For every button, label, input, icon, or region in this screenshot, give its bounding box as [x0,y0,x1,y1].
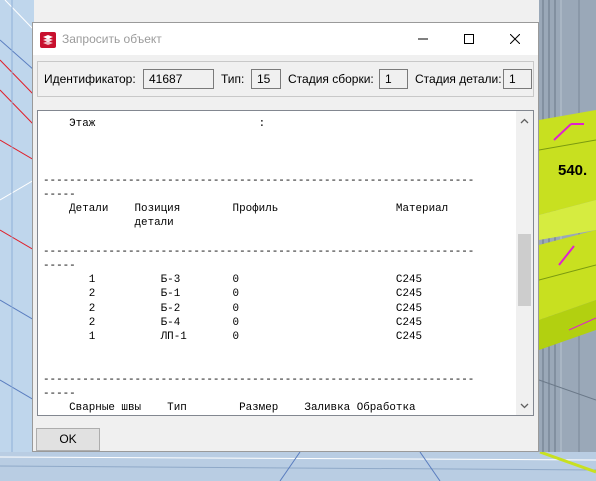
report-line: ----- [43,387,76,400]
type-field[interactable]: 15 [251,69,281,89]
type-label: Тип: [221,72,245,86]
ok-button[interactable]: OK [36,428,100,451]
report-text-area[interactable]: Этаж : ---------------------------------… [37,110,534,416]
title-bar[interactable]: Запросить объект [33,23,538,55]
scroll-up-icon[interactable] [520,117,529,126]
close-button[interactable] [492,23,538,55]
report-line: Этаж : [43,118,266,130]
cad-viewport-bottom [0,452,596,481]
scrollbar-thumb[interactable] [518,234,531,306]
report-text: Этаж : ---------------------------------… [43,117,474,415]
assembly-stage-label: Стадия сборки: [288,72,374,86]
report-line: ----- [43,189,76,202]
maximize-button[interactable] [446,23,492,55]
scroll-down-icon[interactable] [520,401,529,410]
assembly-stage-field[interactable]: 1 [379,69,408,89]
report-line: 2 Б-4 0 C245 [43,316,423,329]
id-field[interactable]: 41687 [143,69,214,89]
report-line: ----------------------------------------… [43,373,475,386]
close-icon [510,34,520,44]
cad-viewport-left [0,0,34,481]
report-line: ----------------------------------------… [43,174,475,187]
vertical-scrollbar[interactable] [516,111,533,415]
tekla-app-icon [40,32,56,48]
object-properties-row: Идентификатор: 41687 Тип: 15 Стадия сбор… [37,61,534,97]
minimize-button[interactable] [400,23,446,55]
report-line: ----------------------------------------… [43,245,475,258]
id-label: Идентификатор: [44,72,136,86]
cad-dimension-label: 540. [558,162,588,179]
report-line: Сварные швы Тип Размер Заливка Обработка [43,402,416,415]
cad-viewport-right [539,0,596,481]
part-stage-label: Стадия детали: [415,72,502,86]
minimize-icon [418,38,428,40]
report-line: 2 Б-1 0 C245 [43,288,423,301]
report-line: 2 Б-2 0 C245 [43,302,423,315]
report-line: Детали Позиция Профиль Материал [43,203,449,216]
report-line: детали [43,217,174,230]
report-line: ----- [43,260,76,273]
maximize-icon [464,34,474,44]
inquire-object-dialog: Запросить объект Идентификатор: 41687 Ти… [32,22,539,452]
report-line: 1 ЛП-1 0 C245 [43,331,423,344]
dialog-title: Запросить объект [62,32,162,46]
report-line: 1 Б-3 0 C245 [43,274,423,287]
part-stage-field[interactable]: 1 [503,69,532,89]
